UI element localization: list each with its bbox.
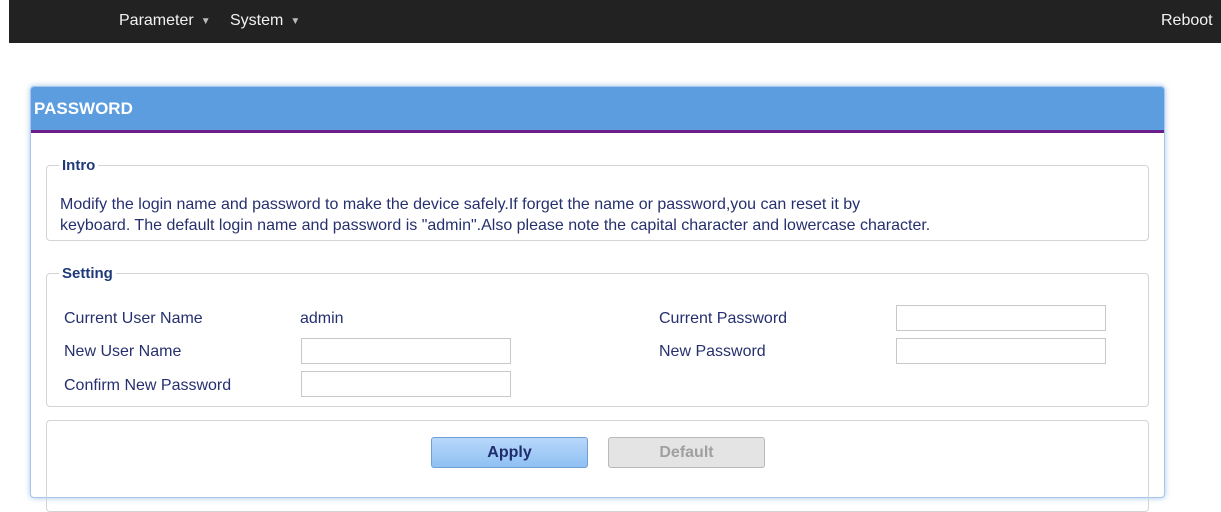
intro-line-2: keyboard. The default login name and pas… [60,217,931,234]
new-user-name-label: New User Name [64,343,182,360]
password-panel: PASSWORD Intro Modify the login name and… [30,86,1165,512]
button-bar: Apply Default [46,420,1149,512]
top-navbar: Parameter ▼ System ▼ Reboot [9,0,1221,43]
current-user-name-value: admin [300,310,344,327]
default-button[interactable]: Default [608,437,765,468]
setting-legend: Setting [62,265,113,282]
nav-system-label: System [230,12,284,29]
nav-parameter-label: Parameter [119,12,194,29]
nav-reboot-label: Reboot [1161,12,1213,29]
current-password-label: Current Password [659,310,788,327]
nav-system-menu[interactable]: System ▼ [230,12,300,30]
new-password-input[interactable] [896,338,1106,364]
nav-reboot-link[interactable]: Reboot [1161,12,1213,30]
confirm-new-password-label: Confirm New Password [64,377,232,394]
current-user-name-label: Current User Name [64,310,203,327]
panel-title: PASSWORD [31,87,1164,133]
apply-button[interactable]: Apply [431,437,588,468]
confirm-new-password-input[interactable] [301,371,511,397]
current-password-input[interactable] [896,305,1106,331]
intro-legend: Intro [62,157,96,174]
nav-parameter-menu[interactable]: Parameter ▼ [119,12,211,30]
new-password-label: New Password [659,343,766,360]
intro-line-1: Modify the login name and password to ma… [60,196,861,213]
new-user-name-input[interactable] [301,338,511,364]
intro-fieldset: Intro Modify the login name and password… [46,157,1149,241]
intro-text: Modify the login name and password to ma… [60,194,1150,236]
setting-fieldset: Setting Current User Name admin New User… [46,265,1149,407]
caret-down-icon: ▼ [200,15,211,27]
caret-down-icon: ▼ [290,15,301,27]
